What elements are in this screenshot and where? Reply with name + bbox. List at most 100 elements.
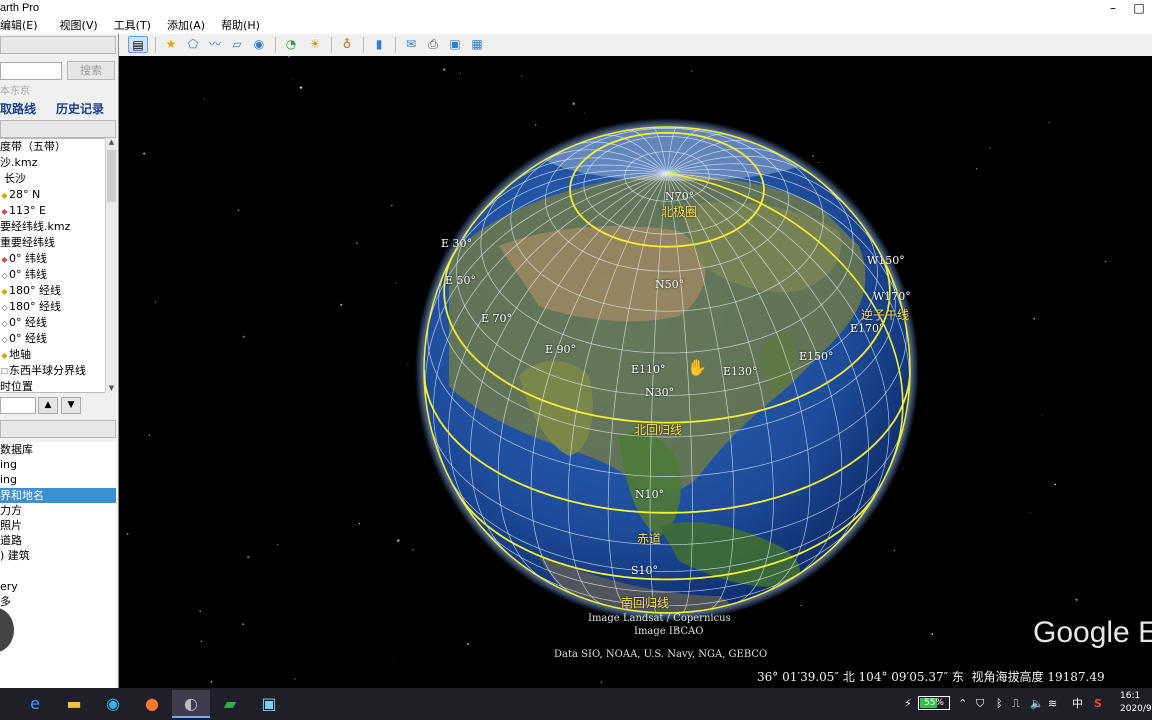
image-overlay-icon[interactable]: ▱ (227, 36, 247, 53)
star (691, 70, 693, 72)
menu-tools[interactable]: 工具(T) (106, 17, 159, 34)
checkbox-icon[interactable]: ☐ (0, 364, 9, 379)
record-tour-icon[interactable]: ◉ (249, 36, 269, 53)
sun-icon[interactable]: ☀ (305, 36, 325, 53)
tree-item[interactable]: ◆0° 纬线 (0, 251, 105, 267)
star (154, 301, 156, 303)
minimize-button[interactable]: – (1100, 0, 1126, 17)
save-image-icon[interactable]: ▣ (445, 36, 465, 53)
search-panel-header[interactable] (0, 36, 116, 54)
app-window-icon[interactable]: ▣ (250, 690, 288, 718)
tree-item[interactable]: ◆180° 经线 (0, 283, 105, 299)
history-link[interactable]: 历史记录 (56, 100, 104, 117)
menu-edit[interactable]: 编辑(E) (0, 17, 46, 34)
imagery-credit: Image Landsat / Copernicus (588, 613, 731, 624)
tree-item[interactable]: 长沙 (0, 171, 105, 187)
menu-view[interactable]: 视图(V) (46, 17, 106, 34)
tree-item[interactable]: ◇180° 经线 (0, 299, 105, 315)
tree-item[interactable]: ◇0° 经线 (0, 315, 105, 331)
bluetooth-icon[interactable]: ᛒ (996, 688, 1003, 720)
sidebar-toggle-icon[interactable]: ▤ (128, 36, 148, 53)
restore-button[interactable]: □ (1126, 0, 1152, 17)
label-date-line: 逆子午线 (861, 308, 910, 322)
layer-item[interactable]: 照片 (0, 518, 116, 533)
layer-item[interactable] (0, 564, 116, 579)
menu-help[interactable]: 帮助(H) (213, 17, 268, 34)
layer-item[interactable]: 数据库 (0, 442, 116, 457)
map-view[interactable]: N70° 北极圈 E 30° E 50° E 70° E 90° N50° W1… (119, 56, 1152, 688)
star (148, 434, 151, 437)
planets-icon[interactable]: ♁ (337, 36, 357, 53)
firefox-icon[interactable]: ● (133, 690, 171, 718)
directions-link[interactable]: 取路线 (0, 100, 36, 117)
layer-item[interactable]: 力方 (0, 503, 116, 518)
places-panel-header[interactable] (0, 120, 116, 138)
power-icon[interactable]: ⚡ (904, 688, 912, 720)
tree-item[interactable]: 度带（五带） (0, 139, 105, 155)
clock[interactable]: 16:1 2020/9 (1120, 690, 1152, 716)
edge-icon[interactable]: e (16, 690, 54, 718)
star (1075, 598, 1078, 601)
print-icon[interactable]: ⎙ (423, 36, 443, 53)
layer-item[interactable]: 多 (0, 594, 116, 609)
tree-item[interactable]: ◆地轴 (0, 347, 105, 363)
tree-item[interactable]: ◆28° N (0, 187, 105, 203)
star (242, 623, 245, 626)
tree-item[interactable]: ◇0° 经线 (0, 331, 105, 347)
star (812, 154, 814, 157)
line-icon: ◇ (1, 271, 8, 280)
volume-icon[interactable]: 🔈 (1030, 688, 1044, 720)
star (466, 642, 469, 645)
tree-item[interactable]: ◇0° 纬线 (0, 267, 105, 283)
placemark-icon[interactable]: ★ (161, 36, 181, 53)
search-input[interactable] (0, 62, 62, 80)
tree-item[interactable]: 沙.kmz (0, 155, 105, 171)
view-in-maps-icon[interactable]: ▦ (467, 36, 487, 53)
layers-panel-header[interactable] (0, 420, 116, 438)
layer-item[interactable]: ery (0, 579, 116, 594)
label-tropic-of-cancer: 北回归线 (634, 423, 683, 437)
path-icon[interactable]: 〰 (205, 36, 225, 53)
battery-indicator[interactable]: 55% (918, 696, 950, 710)
scroll-thumb[interactable] (107, 150, 116, 202)
wechat-icon[interactable]: ▰ (211, 690, 249, 718)
usb-icon[interactable]: ⎍ (1012, 688, 1020, 720)
tree-item[interactable]: 要经纬线.kmz (0, 219, 105, 235)
file-explorer-icon[interactable]: ▬ (55, 690, 93, 718)
toolbar: ▤ ★ ⬠ 〰 ▱ ◉ ◔ ☀ ♁ ▮ ✉ ⎙ ▣ ▦ (119, 34, 1152, 57)
move-down-button[interactable]: ▼ (61, 397, 81, 414)
browser-icon[interactable]: ◉ (94, 690, 132, 718)
email-icon[interactable]: ✉ (401, 36, 421, 53)
layer-item-selected[interactable]: 界和地名 (0, 487, 116, 503)
tree-item[interactable]: ☐东西半球分界线 (0, 363, 105, 379)
star (340, 303, 343, 306)
historical-imagery-icon[interactable]: ◔ (281, 36, 301, 53)
places-scrollbar[interactable]: ▲ ▼ (105, 138, 117, 392)
menu-add[interactable]: 添加(A) (159, 17, 213, 34)
label-e170: E170° (850, 322, 885, 335)
layer-item[interactable]: ing (0, 472, 116, 487)
layer-item[interactable]: ) 建筑 (0, 548, 116, 563)
tree-item[interactable]: 重要经纬线 (0, 235, 105, 251)
scroll-down-icon[interactable]: ▼ (106, 384, 117, 392)
scroll-up-icon[interactable]: ▲ (106, 138, 117, 146)
sogou-icon[interactable]: S (1094, 688, 1102, 720)
places-filter-field[interactable] (0, 397, 36, 414)
star (460, 72, 461, 74)
menu-bar: 编辑(E) 视图(V) 工具(T) 添加(A) 帮助(H) (0, 17, 1152, 34)
chevron-up-icon[interactable]: ⌃ (958, 688, 967, 720)
label-n30: N30° (645, 386, 675, 399)
ime-indicator[interactable]: 中 (1072, 688, 1083, 720)
search-button[interactable]: 搜索 (67, 61, 115, 80)
tree-item[interactable]: 时位置 (0, 379, 105, 395)
layer-item[interactable]: 道路 (0, 533, 116, 548)
star (1033, 317, 1035, 320)
google-earth-task-icon[interactable]: ◐ (172, 690, 210, 718)
ruler-icon[interactable]: ▮ (369, 36, 389, 53)
move-up-button[interactable]: ▲ (38, 397, 58, 414)
wifi-icon[interactable]: ≋ (1048, 688, 1057, 720)
polygon-icon[interactable]: ⬠ (183, 36, 203, 53)
layer-item[interactable]: ing (0, 457, 116, 472)
shield-icon[interactable]: ⛉ (976, 688, 984, 720)
tree-item[interactable]: ◆113° E (0, 203, 105, 219)
